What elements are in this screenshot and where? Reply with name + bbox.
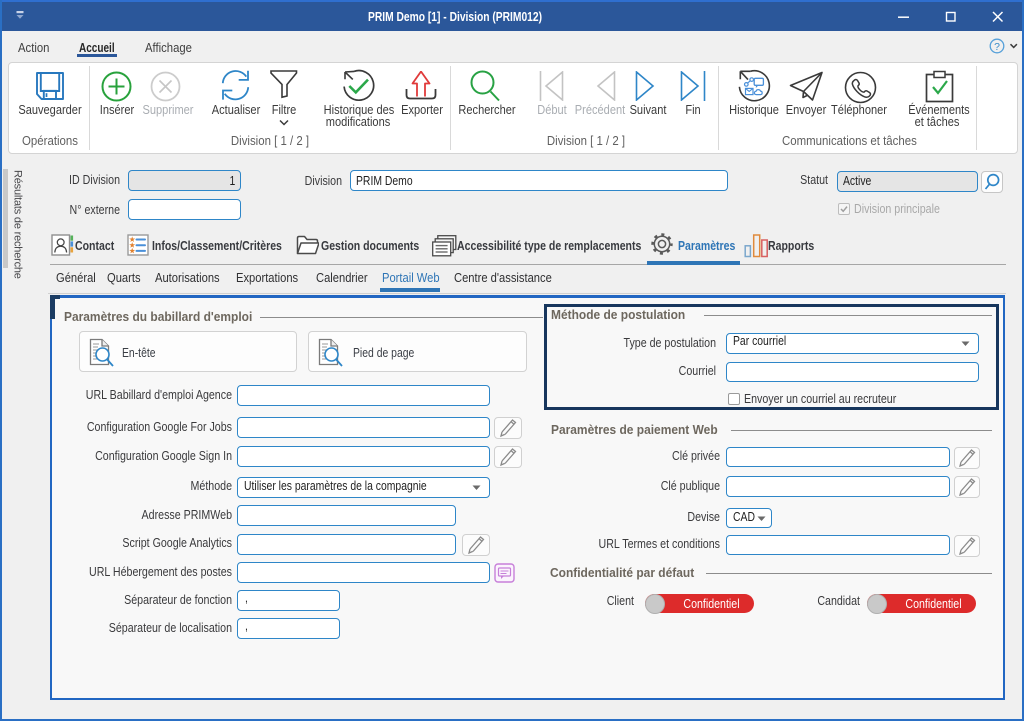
svg-text:?: ? xyxy=(994,41,1000,53)
